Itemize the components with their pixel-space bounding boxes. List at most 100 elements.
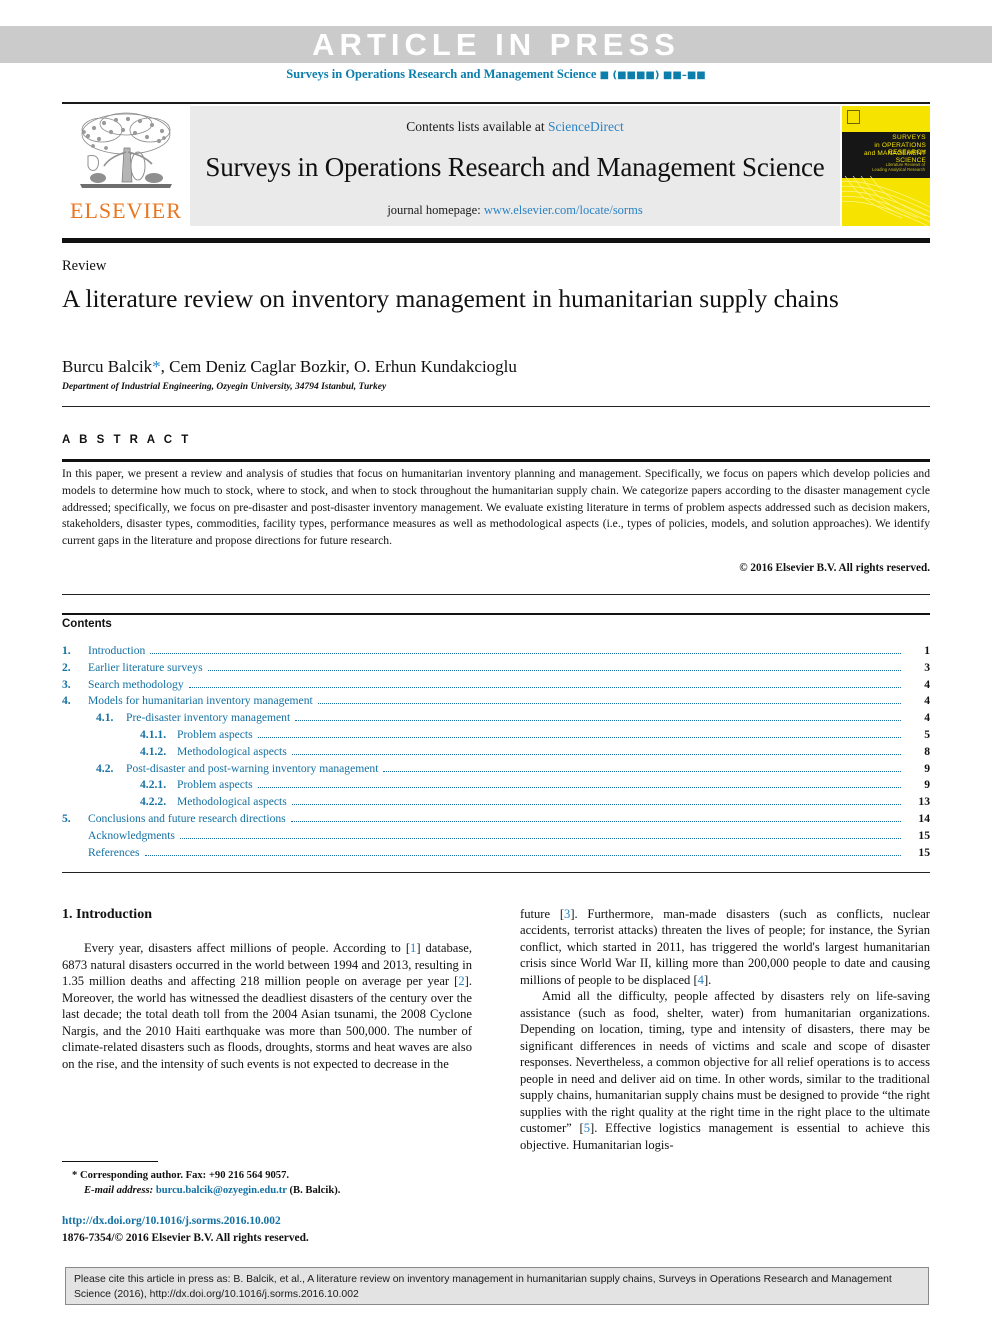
- footnote-rule: [62, 1161, 158, 1163]
- section-heading-introduction: 1. Introduction: [62, 907, 152, 922]
- cover-elsevier-mark-icon: [847, 110, 860, 124]
- toc-entry-label[interactable]: Models for humanitarian inventory manage…: [88, 694, 313, 707]
- toc-entry-label[interactable]: Methodological aspects: [177, 745, 287, 758]
- paragraph-text: ]. Moreover, the world has witnessed the…: [62, 974, 472, 1071]
- toc-entry-label[interactable]: Search methodology: [88, 678, 184, 691]
- toc-entry-page: 15: [918, 828, 930, 842]
- toc-entry[interactable]: 4.2. Post-disaster and post-warning inven…: [62, 762, 930, 779]
- journal-homepage: journal homepage: www.elsevier.com/locat…: [190, 203, 840, 218]
- toc-entry[interactable]: Acknowledgments 15: [62, 829, 930, 846]
- journal-title: Surveys in Operations Research and Manag…: [205, 152, 825, 182]
- toc-entry-page: 1: [924, 644, 930, 657]
- toc-entry-label[interactable]: Pre-disaster inventory management: [126, 711, 290, 724]
- journal-reference-line: Surveys in Operations Research and Manag…: [0, 67, 992, 82]
- toc-entry-page: 15: [918, 845, 930, 859]
- authors-remaining: , Cem Deniz Caglar Bozkir, O. Erhun Kund…: [160, 357, 517, 376]
- toc-entry-number: 4.2.1.: [140, 778, 167, 792]
- toc-entry[interactable]: 4.2.1. Problem aspects 9: [62, 778, 930, 795]
- body-column-right: future [3]. Furthermore, man-made disast…: [520, 906, 930, 1153]
- corresponding-author-note: * Corresponding author. Fax: +90 216 564…: [72, 1170, 290, 1181]
- toc-entry-page: 14: [918, 811, 930, 825]
- toc-entry[interactable]: 5. Conclusions and future research direct…: [62, 812, 930, 829]
- toc-entry-label[interactable]: References: [88, 846, 140, 859]
- toc-entry-page: 4: [924, 694, 930, 708]
- author-list: Burcu Balcik*, Cem Deniz Caglar Bozkir, …: [62, 357, 892, 377]
- elsevier-tree-icon: [80, 112, 172, 188]
- toc-entry[interactable]: 1. Introduction 1: [62, 644, 930, 661]
- journal-cover-thumbnail: SURVEYS in OPERATIONS RESEARCH and MANAG…: [842, 106, 930, 226]
- toc-entry-number: 4.1.1.: [140, 727, 167, 741]
- toc-entry-label[interactable]: Problem aspects: [177, 728, 253, 741]
- toc-entry[interactable]: 4. Models for humanitarian inventory mana…: [62, 694, 930, 711]
- abstract-bottom-divider: [62, 594, 930, 595]
- toc-entry-number: 3.: [62, 677, 71, 691]
- toc-entry[interactable]: References 15: [62, 846, 930, 863]
- toc-entry-number: 4.2.: [96, 761, 114, 775]
- toc-entry[interactable]: 4.1.2. Methodological aspects 8: [62, 745, 930, 762]
- toc-entry-number: 4.2.2.: [140, 795, 167, 809]
- toc-entry-page: 8: [924, 744, 930, 758]
- toc-leader-dots: [144, 854, 901, 856]
- email-note: E-mail address: burcu.balcik@ozyegin.edu…: [62, 1183, 482, 1198]
- email-address-label: E-mail address:: [84, 1185, 154, 1197]
- toc-entry-label[interactable]: Conclusions and future research directio…: [88, 812, 286, 825]
- journal-homepage-url[interactable]: www.elsevier.com/locate/sorms: [484, 203, 643, 217]
- contents-heading: Contents: [62, 618, 112, 630]
- paragraph: Every year, disasters affect millions of…: [62, 940, 472, 1072]
- cover-subtitle: Literature Reviews of Leading Analytical …: [872, 162, 925, 173]
- cover-wave-graphic-icon: [842, 176, 930, 226]
- journal-homepage-label: journal homepage:: [387, 203, 481, 217]
- toc-entry-page: 9: [924, 761, 930, 775]
- paragraph-text: Amid all the difficulty, people affected…: [520, 989, 930, 1136]
- paragraph: Amid all the difficulty, people affected…: [520, 988, 930, 1153]
- toc-entry-label[interactable]: Problem aspects: [177, 778, 253, 791]
- masthead-center: Contents lists available at ScienceDirec…: [190, 106, 840, 226]
- doi-block: http://dx.doi.org/10.1016/j.sorms.2016.1…: [62, 1213, 482, 1246]
- toc-entry-number: 4.1.: [96, 711, 114, 725]
- corresponding-author-marker: *: [152, 357, 161, 376]
- sciencedirect-link[interactable]: ScienceDirect: [548, 119, 624, 134]
- toc-entry-label[interactable]: Post-disaster and post-warning inventory…: [126, 762, 378, 775]
- toc-entry-page: 5: [924, 727, 930, 741]
- toc-entry-label[interactable]: Earlier literature surveys: [88, 661, 203, 674]
- toc-entry-number: 4.1.2.: [140, 744, 167, 758]
- journal-reference-title: Surveys in Operations Research and Manag…: [286, 67, 597, 81]
- cover-title-line-1: SURVEYS: [892, 134, 926, 141]
- toc-entry-page: 3: [924, 660, 930, 674]
- contents-top-rule: [62, 613, 930, 615]
- contents-lists-available: Contents lists available at ScienceDirec…: [190, 119, 840, 135]
- toc-entry-page: 4: [924, 677, 930, 691]
- article-in-press-label: ARTICLE IN PRESS: [312, 27, 680, 62]
- toc-leader-dots: [290, 820, 901, 822]
- toc-entry-label[interactable]: Acknowledgments: [88, 829, 175, 842]
- paragraph-text: ].: [703, 972, 712, 987]
- paragraph: future [3]. Furthermore, man-made disast…: [520, 906, 930, 988]
- toc-entry[interactable]: 4.1. Pre-disaster inventory management 4: [62, 711, 930, 728]
- toc-entry-number: 1.: [62, 644, 71, 657]
- masthead-top-rule: [62, 102, 930, 104]
- toc-entry-number: 4.: [62, 694, 71, 708]
- abstract-copyright: © 2016 Elsevier B.V. All rights reserved…: [739, 562, 930, 574]
- doi-link[interactable]: http://dx.doi.org/10.1016/j.sorms.2016.1…: [62, 1213, 482, 1230]
- toc-entry-number: 2.: [62, 660, 71, 674]
- paragraph-text: Every year, disasters affect millions of…: [84, 941, 411, 956]
- toc-entry-label[interactable]: Introduction: [88, 644, 145, 657]
- toc-entry[interactable]: 2. Earlier literature surveys 3: [62, 661, 930, 678]
- elsevier-wordmark: ELSEVIER: [70, 198, 182, 223]
- toc-leader-dots: [291, 753, 901, 755]
- author-affiliation: Department of Industrial Engineering, Oz…: [62, 382, 387, 392]
- toc-entry-page: 9: [924, 778, 930, 792]
- toc-entry[interactable]: 4.2.2. Methodological aspects 13: [62, 795, 930, 812]
- email-link[interactable]: burcu.balcik@ozyegin.edu.tr: [156, 1185, 287, 1196]
- abstract-heading: A B S T R A C T: [62, 434, 192, 446]
- toc-entry[interactable]: 4.1.1. Problem aspects 5: [62, 728, 930, 745]
- toc-leader-dots: [257, 787, 901, 789]
- contents-available-label: Contents lists available at: [406, 119, 545, 134]
- toc-leader-dots: [207, 669, 901, 671]
- toc-entry-label[interactable]: Methodological aspects: [177, 795, 287, 808]
- issn-copyright-line: 1876-7354/© 2016 Elsevier B.V. All right…: [62, 1231, 309, 1244]
- toc-entry[interactable]: 3. Search methodology 4: [62, 678, 930, 695]
- journal-reference-placeholder-blocks: ■ (■■■■) ■■–■■: [599, 70, 706, 81]
- author-first: Burcu Balcik: [62, 357, 153, 376]
- toc-leader-dots: [257, 736, 901, 738]
